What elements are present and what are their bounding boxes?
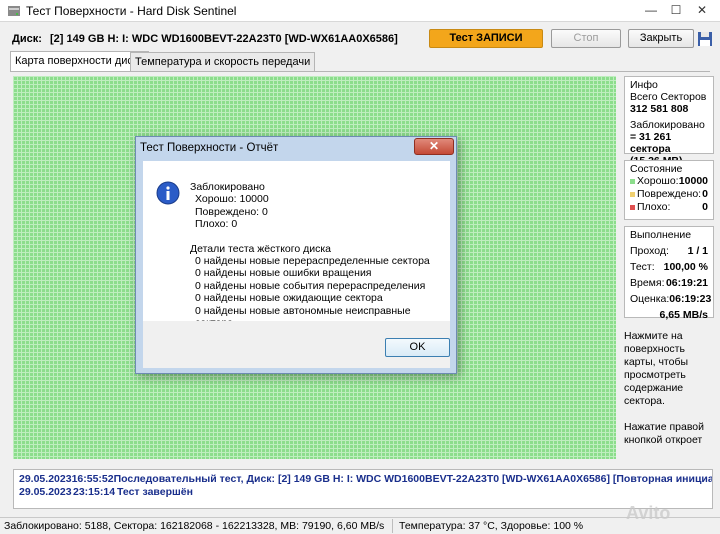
total-sectors-value: 312 581 808 [630, 103, 689, 115]
good-legend-swatch [630, 178, 635, 184]
status-temperature: Температура: 37 °C, Здоровье: 100 % [399, 520, 584, 532]
hint-text-1: Нажмите на поверхность карты, чтобы прос… [624, 330, 689, 407]
report-detail-line: 0 найдены новые перераспределенные секто… [195, 255, 430, 268]
stop-button[interactable]: Стоп [551, 29, 621, 48]
status-blocked: Заблокировано: 5188, Сектора: 162182068 … [4, 520, 385, 532]
event-log[interactable]: 29.05.2023 16:55:52 Последовательный тес… [13, 469, 713, 509]
disk-selector[interactable]: [2] 149 GB H: I: WDC WD1600BEVT-22A23T0 … [50, 33, 398, 45]
state-panel: Состояние Хорошо: 10000 Повреждено: 0 Плох… [624, 160, 714, 220]
title-bar: Тест Поверхности - Hard Disk Sentinel — … [0, 0, 720, 22]
time-value: 06:19:21 [665, 277, 708, 289]
estimate-value: 06:19:23 [669, 293, 712, 305]
report-blocked: Заблокировано [190, 181, 265, 193]
log-time: 16:55:52 [71, 473, 114, 485]
log-date: 29.05.2023 [19, 473, 72, 485]
tab-surface-map[interactable]: Карта поверхности диска [10, 51, 150, 71]
dialog-footer: OK [143, 321, 450, 368]
blocked-value: = 31 261 сектора [630, 131, 672, 155]
test-label: Тест: [630, 261, 655, 273]
time-label: Время: [630, 277, 665, 289]
help-hint: Нажмите на поверхность карты, чтобы прос… [624, 330, 716, 447]
state-heading: Состояние [630, 163, 683, 175]
disk-label: Диск: [12, 33, 42, 45]
pass-value: 1 / 1 [687, 245, 708, 257]
bad-value: 0 [702, 201, 708, 213]
estimate-label: Оценка: [630, 293, 670, 305]
damaged-value: 0 [702, 188, 708, 200]
save-icon[interactable] [697, 31, 713, 47]
status-bar: Заблокировано: 5188, Сектора: 162182068 … [0, 517, 720, 534]
damaged-legend-swatch [630, 191, 635, 197]
pass-label: Проход: [630, 245, 669, 257]
write-test-button[interactable]: Тест ЗАПИСИ [429, 29, 543, 48]
dialog-title: Тест Поверхности - Отчёт [140, 142, 279, 154]
info-panel: Инфо Всего Секторов 312 581 808 Заблокир… [624, 76, 714, 167]
dialog-body: Заблокировано Хорошо: 10000 Повреждено: … [143, 161, 450, 329]
close-window-button[interactable]: ✕ [691, 0, 713, 20]
test-value: 100,00 % [663, 261, 708, 273]
report-detail-line: 0 найдены новые ожидающие сектора [195, 292, 383, 305]
maximize-button[interactable]: ☐ [665, 0, 687, 20]
log-time: 23:15:14 [73, 486, 116, 498]
total-sectors-label: Всего Секторов [630, 91, 707, 103]
blocked-label: Заблокировано [630, 119, 705, 131]
app-icon [8, 6, 20, 16]
report-detail-line: 0 найдены новые ошибки вращения [195, 267, 372, 280]
log-entry: 29.05.2023 23:15:14 Тест завершён [19, 486, 707, 499]
log-date: 29.05.2023 [19, 486, 72, 498]
info-heading: Инфо [630, 79, 658, 91]
log-message: Тест завершён [117, 486, 193, 498]
status-separator [392, 519, 393, 533]
hint-text-2: Нажатие правой кнопкой откроет [624, 421, 705, 446]
good-label: Хорошо: [637, 175, 679, 187]
ok-button[interactable]: OK [385, 338, 450, 357]
tab-divider [10, 71, 710, 72]
info-icon [156, 181, 180, 205]
report-bad: Плохо: 0 [195, 218, 238, 231]
dialog-text: Заблокировано Хорошо: 10000 Повреждено: … [190, 181, 450, 329]
report-details-heading: Детали теста жёсткого диска [190, 242, 332, 255]
window-title: Тест Поверхности - Hard Disk Sentinel [26, 4, 237, 18]
execution-heading: Выполнение [630, 229, 692, 241]
close-button[interactable]: Закрыть [628, 29, 694, 48]
speed-value: 6,65 MB/s [659, 309, 708, 321]
minimize-button[interactable]: — [640, 0, 662, 20]
report-damaged: Повреждено: 0 [195, 205, 268, 218]
log-entry: 29.05.2023 16:55:52 Последовательный тес… [19, 473, 712, 486]
good-value: 10000 [678, 175, 708, 187]
execution-panel: Выполнение Проход: 1 / 1 Тест: 100,00 % Вр… [624, 226, 714, 321]
report-good: Хорошо: 10000 [195, 193, 269, 206]
log-message: Последовательный тест, Диск: [2] 149 GB … [113, 473, 713, 485]
damaged-label: Повреждено: [637, 188, 702, 200]
report-detail-line: 0 найдены новые события перераспределени… [195, 279, 426, 292]
tab-temperature[interactable]: Температура и скорость передачи [130, 52, 316, 71]
bad-legend-swatch [630, 204, 635, 210]
dialog-close-button[interactable]: ✕ [414, 138, 454, 155]
bad-label: Плохо: [637, 201, 671, 213]
watermark: Avito [626, 503, 671, 523]
report-dialog: Тест Поверхности - Отчёт ✕ Заблокировано… [135, 136, 457, 374]
